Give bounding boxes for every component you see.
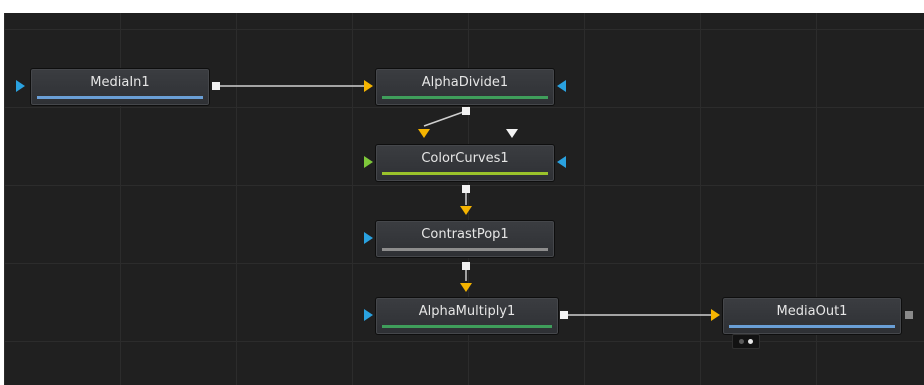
node-editor-canvas[interactable]: MediaIn1 AlphaDivide1 ColorCurves1 Contr…: [4, 13, 924, 385]
colorcurves1-input-green-icon[interactable]: [364, 156, 373, 168]
colorcurves1-input-yellow-icon[interactable]: [418, 129, 430, 138]
node-color-bar: [382, 172, 548, 175]
mediain1-output-port[interactable]: [212, 82, 220, 90]
alphadivide1-mask-input-icon[interactable]: [557, 80, 566, 92]
node-label: ContrastPop1: [421, 227, 509, 242]
mediaout1-view-indicator[interactable]: [732, 334, 760, 349]
node-label: ColorCurves1: [421, 151, 509, 166]
node-color-bar: [729, 325, 895, 328]
node-alphamultiply1[interactable]: AlphaMultiply1: [375, 297, 559, 335]
alphamultiply1-input-yellow-icon[interactable]: [460, 283, 472, 292]
wire-alphadivide-to-colorcurves: [423, 110, 467, 127]
node-mediaout1[interactable]: MediaOut1: [722, 297, 902, 335]
node-contrastpop1[interactable]: ContrastPop1: [375, 220, 555, 258]
contrastpop1-output-port[interactable]: [462, 262, 470, 270]
node-color-bar: [37, 96, 203, 99]
node-label: AlphaMultiply1: [418, 304, 516, 319]
alphadivide1-input-yellow-icon[interactable]: [364, 80, 373, 92]
alphadivide1-output-port[interactable]: [462, 107, 470, 115]
node-color-bar: [382, 248, 548, 251]
mediain1-input-blue-icon[interactable]: [16, 80, 25, 92]
view-dot-icon: [739, 339, 744, 344]
mediaout1-input-yellow-icon[interactable]: [711, 309, 720, 321]
colorcurves1-mask-white-icon[interactable]: [506, 129, 518, 138]
view-dot-icon: [748, 339, 753, 344]
alphamultiply1-input-blue-icon[interactable]: [364, 309, 373, 321]
node-alphadivide1[interactable]: AlphaDivide1: [375, 68, 555, 106]
node-color-bar: [382, 325, 552, 328]
contrastpop1-input-yellow-icon[interactable]: [460, 206, 472, 215]
node-colorcurves1[interactable]: ColorCurves1: [375, 144, 555, 182]
colorcurves1-mask-input-icon[interactable]: [557, 156, 566, 168]
node-label: MediaOut1: [776, 304, 848, 319]
node-label: MediaIn1: [90, 75, 150, 90]
alphamultiply1-output-port[interactable]: [560, 311, 568, 319]
node-color-bar: [382, 96, 548, 99]
contrastpop1-input-blue-icon[interactable]: [364, 232, 373, 244]
mediaout1-output-port[interactable]: [905, 311, 913, 319]
node-mediain1[interactable]: MediaIn1: [30, 68, 210, 106]
colorcurves1-output-port[interactable]: [462, 185, 470, 193]
node-label: AlphaDivide1: [421, 75, 509, 90]
